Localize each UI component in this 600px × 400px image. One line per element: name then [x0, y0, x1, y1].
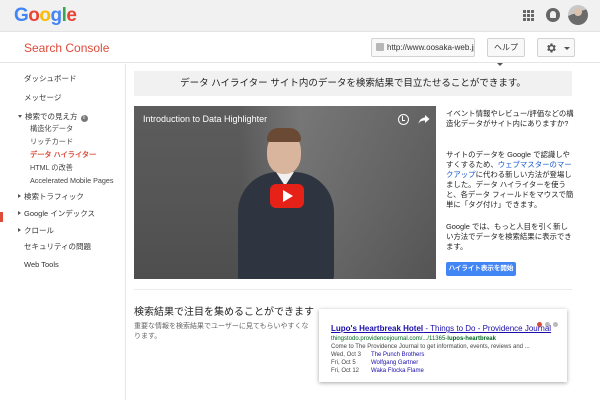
header-row: Search Console http://www.oosaka-web.jp/…	[0, 33, 600, 66]
sidebar-item-search-appearance[interactable]: 検索での見え方 i	[18, 111, 88, 122]
sidebar-item-web-tools[interactable]: Web Tools	[24, 260, 59, 269]
video-player[interactable]: Introduction to Data Highlighter	[134, 106, 436, 279]
chevron-down-icon	[564, 47, 570, 50]
sidebar-item-amp[interactable]: Accelerated Mobile Pages	[30, 176, 114, 185]
sidebar-item-label: 検索トラフィック	[24, 192, 84, 201]
video-title[interactable]: Introduction to Data Highlighter	[143, 114, 267, 124]
event-name: Wolfgang Gartner	[371, 360, 419, 366]
divider	[134, 289, 572, 290]
sidebar-item-messages[interactable]: メッセージ	[24, 92, 61, 103]
event-name: Waka Flocka Flame	[371, 368, 424, 374]
sidebar-item-security-issues[interactable]: セキュリティの問題	[24, 241, 91, 252]
carousel-dot[interactable]	[553, 322, 558, 327]
apps-grid-icon[interactable]	[523, 10, 534, 21]
help-button[interactable]: ヘルプ	[487, 38, 525, 66]
caret-down-icon	[18, 115, 22, 118]
event-date: Wed, Oct 3	[331, 352, 361, 358]
play-button[interactable]	[270, 184, 304, 208]
site-favicon-icon	[376, 43, 384, 51]
sidebar-item-label: Google インデックス	[24, 209, 96, 218]
page-banner: データ ハイライター サイト内のデータを検索結果で目立たせることができます。	[134, 71, 572, 96]
active-indicator	[0, 212, 3, 222]
caret-right-icon	[18, 194, 21, 198]
watch-later-icon[interactable]	[398, 114, 409, 125]
description-text: サイトのデータを Google で認識しやすくするため、ウェブマスターのマークア…	[446, 150, 574, 209]
result-title: Lupo's Heartbreak Hotel - Things to Do -…	[331, 324, 552, 333]
search-result-preview: Lupo's Heartbreak Hotel - Things to Do -…	[319, 309, 567, 382]
site-url: http://www.oosaka-web.jp/	[387, 43, 475, 52]
sidebar-item-html-improvements[interactable]: HTML の改善	[30, 163, 73, 173]
caret-right-icon	[18, 228, 21, 232]
section-title: 検索結果で注目を集めることができます	[134, 307, 314, 318]
chevron-down-icon	[497, 63, 503, 66]
event-date: Fri, Oct 5	[331, 360, 356, 366]
sidebar-item-label: 検索での見え方	[25, 112, 78, 121]
sidebar-item-google-index[interactable]: Google インデックス	[18, 208, 95, 219]
notifications-icon[interactable]	[546, 8, 560, 22]
benefit-text: Google では、もっと人目を引く新しい方法でデータを検索結果に表示できます。	[446, 222, 572, 251]
sidebar-item-crawl[interactable]: クロール	[18, 225, 54, 236]
result-snippet: Come to The Providence Journal to get in…	[331, 344, 530, 350]
site-selector[interactable]: http://www.oosaka-web.jp/	[371, 38, 475, 57]
event-date: Fri, Oct 12	[331, 368, 360, 374]
caret-right-icon	[18, 211, 21, 215]
sidebar-item-data-highlighter[interactable]: データ ハイライター	[30, 150, 96, 160]
settings-button[interactable]	[537, 38, 575, 57]
sidebar-item-dashboard[interactable]: ダッシュボード	[24, 73, 77, 84]
help-label: ヘルプ	[494, 43, 518, 52]
top-bar: Google	[0, 0, 600, 32]
sidebar-item-search-traffic[interactable]: 検索トラフィック	[18, 191, 84, 202]
event-name: The Punch Brothers	[371, 352, 425, 358]
result-url: thingstodo.providencejournal.com/.../113…	[331, 336, 496, 342]
avatar[interactable]	[568, 5, 588, 25]
product-title[interactable]: Search Console	[24, 41, 109, 55]
google-logo[interactable]: Google	[14, 5, 77, 27]
start-highlighting-button[interactable]: ハイライト表示を開始	[446, 262, 516, 276]
sidebar-item-rich-cards[interactable]: リッチカード	[30, 137, 73, 147]
info-icon[interactable]: i	[80, 115, 88, 122]
share-icon[interactable]	[418, 114, 430, 125]
gear-icon	[547, 43, 556, 53]
intro-text: イベント情報やレビュー/評価などの構造化データがサイト内にありますか?	[446, 109, 574, 128]
section-description: 重要な情報を検索結果でユーザーに見てもらいやすくなります。	[134, 323, 309, 340]
sidebar-item-structured-data[interactable]: 構造化データ	[30, 124, 73, 134]
sidebar-item-label: クロール	[24, 226, 54, 235]
